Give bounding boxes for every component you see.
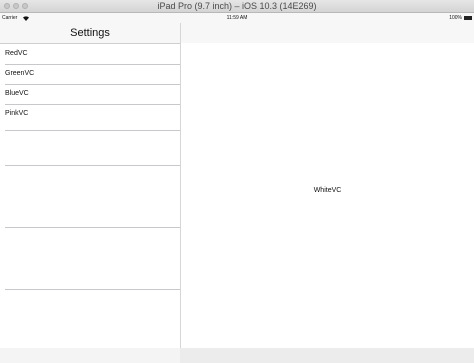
list-item-greenvc[interactable]: GreenVC	[0, 64, 180, 84]
row-separator	[5, 227, 180, 228]
master-pane: Settings RedVC GreenVC BlueVC PinkVC	[0, 23, 181, 363]
detail-label: WhiteVC	[313, 187, 342, 194]
list-item-label: BlueVC	[5, 90, 29, 97]
ios-status-bar: Carrier 11:59 AM 100%	[0, 13, 474, 23]
list-item-label: GreenVC	[5, 70, 35, 77]
row-separator	[5, 130, 180, 131]
detail-pane: WhiteVC	[181, 23, 474, 348]
battery-percent: 100%	[449, 15, 462, 21]
simulator-window: iPad Pro (9.7 inch) – iOS 10.3 (14E269) …	[0, 0, 474, 363]
list-item-label: RedVC	[5, 50, 28, 57]
master-title: Settings	[70, 27, 110, 39]
status-time: 11:59 AM	[226, 15, 248, 21]
window-title-bar: iPad Pro (9.7 inch) – iOS 10.3 (14E269)	[0, 0, 474, 13]
master-bottom-edge	[0, 348, 180, 363]
detail-navigation-bar	[181, 23, 474, 43]
row-separator	[5, 165, 180, 166]
master-navigation-bar: Settings	[0, 23, 180, 44]
list-item-pinkvc[interactable]: PinkVC	[0, 104, 180, 124]
list-item-bluevc[interactable]: BlueVC	[0, 84, 180, 104]
window-title: iPad Pro (9.7 inch) – iOS 10.3 (14E269)	[157, 1, 317, 11]
row-separator	[5, 289, 180, 290]
list-item-label: PinkVC	[5, 110, 29, 117]
battery-icon	[464, 16, 472, 20]
list-item-redvc[interactable]: RedVC	[0, 44, 180, 64]
